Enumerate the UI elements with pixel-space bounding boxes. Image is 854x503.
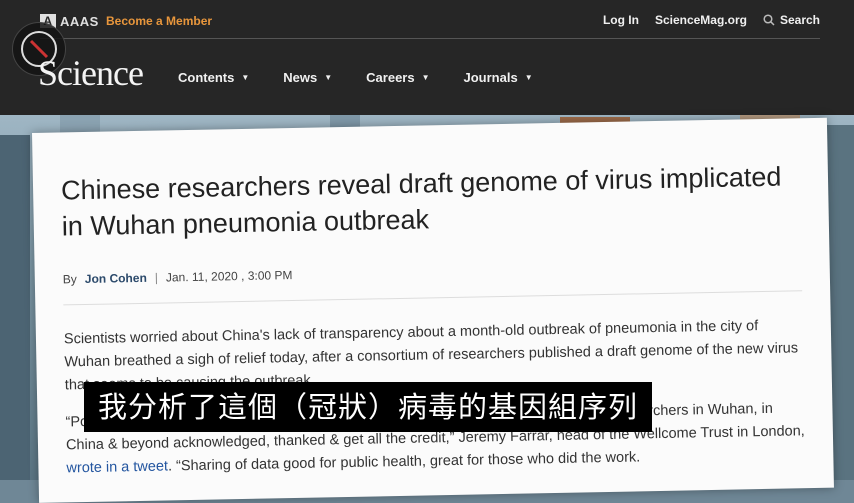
science-logo[interactable]: Science (38, 52, 144, 94)
become-member-link[interactable]: Become a Member (106, 14, 212, 28)
chevron-down-icon: ▼ (324, 73, 333, 82)
article-headline: Chinese researchers reveal draft genome … (60, 161, 782, 242)
nav-label: Careers (366, 70, 415, 85)
login-link[interactable]: Log In (603, 13, 639, 27)
chevron-down-icon: ▼ (421, 73, 430, 82)
main-nav: Contents ▼ News ▼ Careers ▼ Journals ▼ (178, 70, 533, 85)
nav-news[interactable]: News ▼ (283, 70, 332, 85)
chevron-down-icon: ▼ (524, 73, 533, 82)
author-link[interactable]: Jon Cohen (85, 271, 147, 286)
nav-journals[interactable]: Journals ▼ (464, 70, 533, 85)
search-icon (763, 14, 775, 26)
nav-label: Journals (463, 70, 518, 85)
site-header: A AAAS Become a Member Log In ScienceMag… (0, 0, 854, 115)
article-byline: By Jon Cohen | Jan. 11, 2020 , 3:00 PM (63, 268, 293, 286)
aaas-label: AAAS (60, 13, 99, 29)
nav-label: Contents (178, 70, 235, 85)
chevron-down-icon: ▼ (241, 73, 250, 82)
nav-label: News (283, 70, 318, 85)
nav-contents[interactable]: Contents ▼ (178, 70, 249, 85)
search-label: Search (779, 13, 820, 27)
paragraph-text: . “Sharing of data good for public healt… (167, 449, 641, 475)
video-subtitle: 我分析了這個（冠狀）病毒的基因組序列 (84, 382, 653, 432)
article-divider (63, 290, 803, 306)
search-button[interactable]: Search (763, 13, 820, 27)
header-divider (40, 38, 820, 39)
sciencemag-link[interactable]: ScienceMag.org (655, 13, 747, 27)
byline-prefix: By (62, 272, 77, 287)
article-date: Jan. 11, 2020 , 3:00 PM (165, 268, 293, 285)
nav-careers[interactable]: Careers ▼ (366, 70, 429, 85)
utility-nav: Log In ScienceMag.org Search (603, 13, 820, 27)
article-card: Chinese researchers reveal draft genome … (32, 117, 834, 503)
byline-divider: | (154, 270, 159, 285)
tweet-link[interactable]: wrote in a tweet (66, 458, 168, 476)
